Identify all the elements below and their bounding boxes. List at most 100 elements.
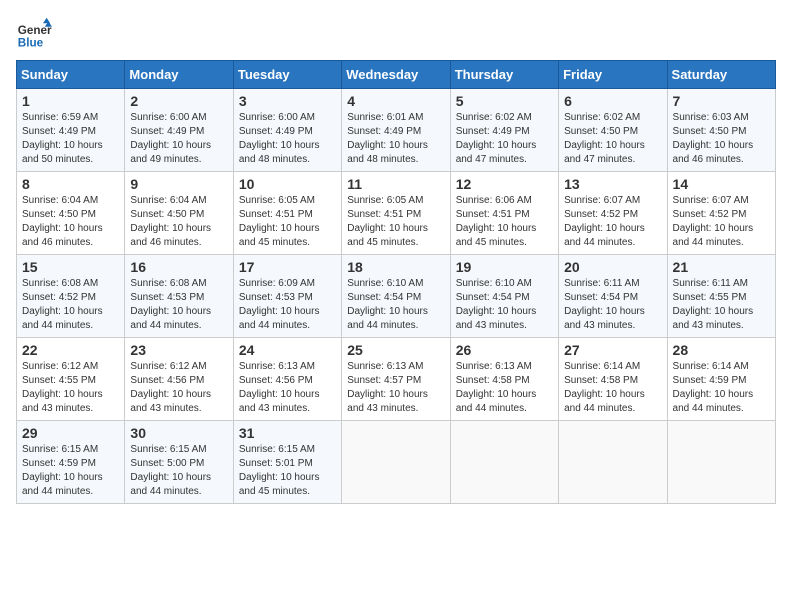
weekday-header-tuesday: Tuesday <box>233 61 341 89</box>
day-info: Sunrise: 6:08 AM Sunset: 4:53 PM Dayligh… <box>130 277 227 333</box>
day-info: Sunrise: 6:04 AM Sunset: 4:50 PM Dayligh… <box>130 194 227 250</box>
day-number: 10 <box>239 176 336 192</box>
day-info: Sunrise: 6:15 AM Sunset: 5:00 PM Dayligh… <box>130 443 227 499</box>
day-info: Sunrise: 6:04 AM Sunset: 4:50 PM Dayligh… <box>22 194 119 250</box>
day-number: 31 <box>239 425 336 441</box>
logo-icon: General Blue <box>16 16 52 52</box>
day-info: Sunrise: 6:13 AM Sunset: 4:56 PM Dayligh… <box>239 360 336 416</box>
page-header: General Blue <box>16 16 776 52</box>
day-info: Sunrise: 6:15 AM Sunset: 4:59 PM Dayligh… <box>22 443 119 499</box>
weekday-header-friday: Friday <box>559 61 667 89</box>
day-number: 29 <box>22 425 119 441</box>
calendar-cell: 13 Sunrise: 6:07 AM Sunset: 4:52 PM Dayl… <box>559 172 667 255</box>
day-number: 30 <box>130 425 227 441</box>
day-number: 28 <box>673 342 770 358</box>
day-info: Sunrise: 6:05 AM Sunset: 4:51 PM Dayligh… <box>347 194 444 250</box>
day-info: Sunrise: 6:00 AM Sunset: 4:49 PM Dayligh… <box>130 111 227 167</box>
day-number: 26 <box>456 342 553 358</box>
day-info: Sunrise: 6:10 AM Sunset: 4:54 PM Dayligh… <box>456 277 553 333</box>
day-info: Sunrise: 6:14 AM Sunset: 4:59 PM Dayligh… <box>673 360 770 416</box>
day-info: Sunrise: 6:10 AM Sunset: 4:54 PM Dayligh… <box>347 277 444 333</box>
day-info: Sunrise: 6:11 AM Sunset: 4:54 PM Dayligh… <box>564 277 661 333</box>
day-info: Sunrise: 6:00 AM Sunset: 4:49 PM Dayligh… <box>239 111 336 167</box>
day-number: 20 <box>564 259 661 275</box>
weekday-header-wednesday: Wednesday <box>342 61 450 89</box>
day-number: 5 <box>456 93 553 109</box>
calendar-cell: 25 Sunrise: 6:13 AM Sunset: 4:57 PM Dayl… <box>342 338 450 421</box>
calendar-cell: 6 Sunrise: 6:02 AM Sunset: 4:50 PM Dayli… <box>559 89 667 172</box>
day-number: 12 <box>456 176 553 192</box>
calendar-cell: 3 Sunrise: 6:00 AM Sunset: 4:49 PM Dayli… <box>233 89 341 172</box>
calendar-cell: 7 Sunrise: 6:03 AM Sunset: 4:50 PM Dayli… <box>667 89 775 172</box>
day-info: Sunrise: 6:07 AM Sunset: 4:52 PM Dayligh… <box>673 194 770 250</box>
day-info: Sunrise: 6:12 AM Sunset: 4:55 PM Dayligh… <box>22 360 119 416</box>
day-number: 6 <box>564 93 661 109</box>
calendar-cell: 27 Sunrise: 6:14 AM Sunset: 4:58 PM Dayl… <box>559 338 667 421</box>
day-info: Sunrise: 6:02 AM Sunset: 4:49 PM Dayligh… <box>456 111 553 167</box>
calendar-cell: 16 Sunrise: 6:08 AM Sunset: 4:53 PM Dayl… <box>125 255 233 338</box>
day-number: 27 <box>564 342 661 358</box>
day-number: 22 <box>22 342 119 358</box>
day-number: 23 <box>130 342 227 358</box>
logo: General Blue <box>16 16 52 52</box>
calendar-cell: 14 Sunrise: 6:07 AM Sunset: 4:52 PM Dayl… <box>667 172 775 255</box>
day-info: Sunrise: 6:12 AM Sunset: 4:56 PM Dayligh… <box>130 360 227 416</box>
calendar-cell: 18 Sunrise: 6:10 AM Sunset: 4:54 PM Dayl… <box>342 255 450 338</box>
calendar-cell <box>450 421 558 504</box>
day-number: 13 <box>564 176 661 192</box>
day-info: Sunrise: 6:02 AM Sunset: 4:50 PM Dayligh… <box>564 111 661 167</box>
weekday-header-saturday: Saturday <box>667 61 775 89</box>
day-info: Sunrise: 6:03 AM Sunset: 4:50 PM Dayligh… <box>673 111 770 167</box>
day-number: 21 <box>673 259 770 275</box>
calendar-cell: 30 Sunrise: 6:15 AM Sunset: 5:00 PM Dayl… <box>125 421 233 504</box>
calendar-cell: 24 Sunrise: 6:13 AM Sunset: 4:56 PM Dayl… <box>233 338 341 421</box>
day-info: Sunrise: 6:13 AM Sunset: 4:58 PM Dayligh… <box>456 360 553 416</box>
day-number: 9 <box>130 176 227 192</box>
calendar-cell: 19 Sunrise: 6:10 AM Sunset: 4:54 PM Dayl… <box>450 255 558 338</box>
day-info: Sunrise: 6:14 AM Sunset: 4:58 PM Dayligh… <box>564 360 661 416</box>
day-number: 18 <box>347 259 444 275</box>
calendar-cell: 26 Sunrise: 6:13 AM Sunset: 4:58 PM Dayl… <box>450 338 558 421</box>
day-number: 2 <box>130 93 227 109</box>
day-info: Sunrise: 6:05 AM Sunset: 4:51 PM Dayligh… <box>239 194 336 250</box>
weekday-header-thursday: Thursday <box>450 61 558 89</box>
svg-text:Blue: Blue <box>18 37 44 50</box>
calendar-cell: 28 Sunrise: 6:14 AM Sunset: 4:59 PM Dayl… <box>667 338 775 421</box>
day-number: 16 <box>130 259 227 275</box>
day-info: Sunrise: 6:11 AM Sunset: 4:55 PM Dayligh… <box>673 277 770 333</box>
day-number: 7 <box>673 93 770 109</box>
calendar-cell: 21 Sunrise: 6:11 AM Sunset: 4:55 PM Dayl… <box>667 255 775 338</box>
day-info: Sunrise: 6:09 AM Sunset: 4:53 PM Dayligh… <box>239 277 336 333</box>
day-number: 24 <box>239 342 336 358</box>
calendar-cell <box>559 421 667 504</box>
calendar-cell <box>342 421 450 504</box>
calendar-cell: 9 Sunrise: 6:04 AM Sunset: 4:50 PM Dayli… <box>125 172 233 255</box>
day-number: 11 <box>347 176 444 192</box>
calendar-cell: 23 Sunrise: 6:12 AM Sunset: 4:56 PM Dayl… <box>125 338 233 421</box>
day-info: Sunrise: 6:08 AM Sunset: 4:52 PM Dayligh… <box>22 277 119 333</box>
day-number: 15 <box>22 259 119 275</box>
calendar-cell: 2 Sunrise: 6:00 AM Sunset: 4:49 PM Dayli… <box>125 89 233 172</box>
day-number: 1 <box>22 93 119 109</box>
day-info: Sunrise: 6:01 AM Sunset: 4:49 PM Dayligh… <box>347 111 444 167</box>
day-info: Sunrise: 6:13 AM Sunset: 4:57 PM Dayligh… <box>347 360 444 416</box>
calendar-cell: 29 Sunrise: 6:15 AM Sunset: 4:59 PM Dayl… <box>17 421 125 504</box>
calendar-cell: 15 Sunrise: 6:08 AM Sunset: 4:52 PM Dayl… <box>17 255 125 338</box>
day-number: 17 <box>239 259 336 275</box>
day-number: 4 <box>347 93 444 109</box>
calendar-cell: 5 Sunrise: 6:02 AM Sunset: 4:49 PM Dayli… <box>450 89 558 172</box>
calendar-cell: 22 Sunrise: 6:12 AM Sunset: 4:55 PM Dayl… <box>17 338 125 421</box>
day-number: 14 <box>673 176 770 192</box>
calendar-cell <box>667 421 775 504</box>
weekday-header-sunday: Sunday <box>17 61 125 89</box>
day-number: 8 <box>22 176 119 192</box>
calendar-cell: 17 Sunrise: 6:09 AM Sunset: 4:53 PM Dayl… <box>233 255 341 338</box>
day-info: Sunrise: 6:15 AM Sunset: 5:01 PM Dayligh… <box>239 443 336 499</box>
weekday-header-monday: Monday <box>125 61 233 89</box>
day-info: Sunrise: 6:59 AM Sunset: 4:49 PM Dayligh… <box>22 111 119 167</box>
calendar-cell: 1 Sunrise: 6:59 AM Sunset: 4:49 PM Dayli… <box>17 89 125 172</box>
calendar-cell: 20 Sunrise: 6:11 AM Sunset: 4:54 PM Dayl… <box>559 255 667 338</box>
day-number: 19 <box>456 259 553 275</box>
calendar-cell: 11 Sunrise: 6:05 AM Sunset: 4:51 PM Dayl… <box>342 172 450 255</box>
day-number: 25 <box>347 342 444 358</box>
